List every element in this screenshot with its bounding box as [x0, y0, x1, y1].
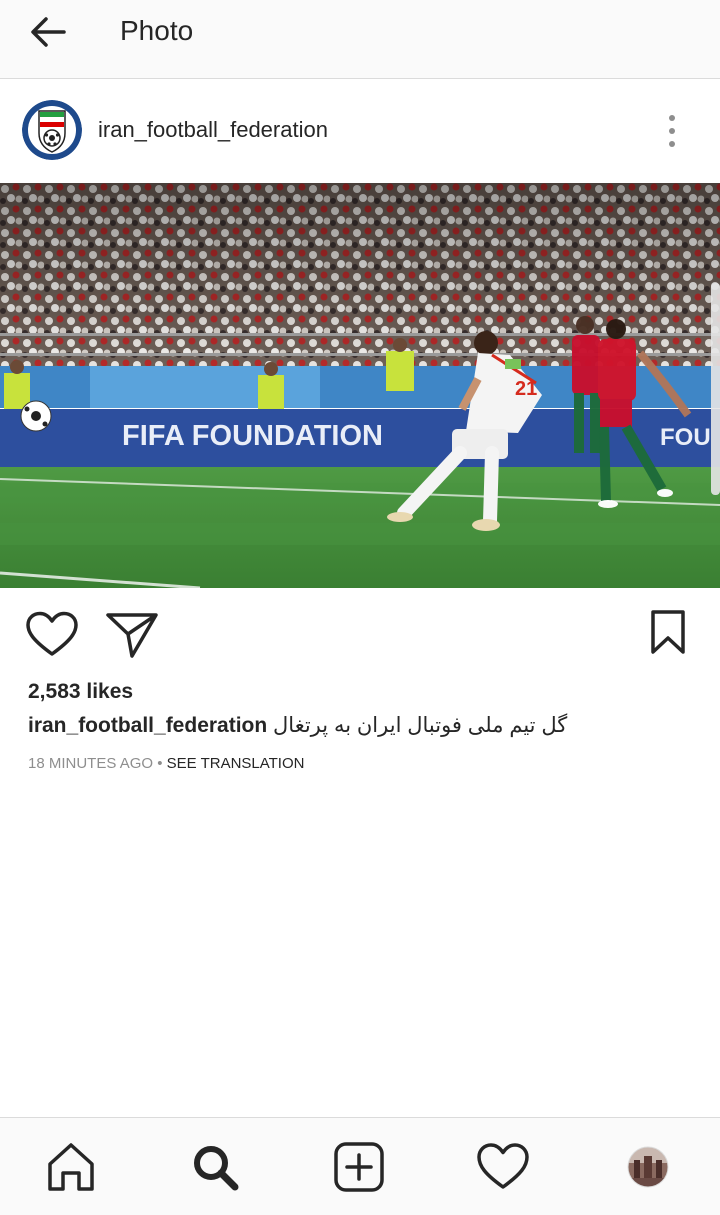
nav-activity[interactable] — [475, 1140, 531, 1194]
bookmark-icon — [651, 610, 685, 654]
banner-text-right: FOU — [660, 424, 711, 451]
search-icon — [194, 1146, 239, 1191]
player-number: 21 — [515, 378, 537, 400]
add-post-icon — [334, 1142, 384, 1192]
caption: iran_football_federation گل تیم ملی فوتب… — [28, 713, 567, 738]
post-header: iran_football_federation — [0, 80, 720, 182]
post-meta: 18 MINUTES AGO • SEE TRANSLATION — [28, 755, 304, 772]
send-icon — [106, 613, 158, 658]
see-translation-link[interactable]: SEE TRANSLATION — [167, 755, 305, 772]
post-username[interactable]: iran_football_federation — [98, 117, 328, 143]
post-photo[interactable]: FIFA FOUNDATION FOU 21 — [0, 183, 720, 588]
share-button[interactable] — [104, 610, 160, 660]
more-options-icon — [669, 115, 675, 147]
more-options-button[interactable] — [662, 114, 682, 148]
back-arrow-icon — [31, 17, 66, 47]
home-icon — [48, 1143, 94, 1191]
nav-home[interactable] — [43, 1140, 99, 1194]
nav-profile[interactable] — [622, 1140, 678, 1194]
profile-avatar-icon — [627, 1146, 669, 1188]
save-button[interactable] — [646, 608, 690, 656]
bottom-nav — [0, 1117, 720, 1215]
banner-text: FIFA FOUNDATION — [122, 420, 383, 452]
activity-heart-icon — [477, 1143, 529, 1189]
action-bar — [0, 588, 720, 678]
nav-search[interactable] — [187, 1140, 243, 1194]
nav-new-post[interactable] — [331, 1140, 387, 1194]
caption-text: گل تیم ملی فوتبال ایران به پرتغال — [273, 714, 568, 737]
federation-logo-icon — [22, 100, 82, 160]
top-bar: Photo — [0, 0, 720, 79]
match-photo: FIFA FOUNDATION FOU 21 — [0, 183, 720, 588]
heart-icon — [26, 611, 78, 656]
profile-avatar[interactable] — [22, 100, 82, 160]
page-title: Photo — [120, 15, 194, 46]
meta-separator: • — [157, 755, 163, 772]
back-button[interactable] — [26, 12, 70, 52]
post-time: 18 MINUTES AGO — [28, 755, 154, 772]
caption-username[interactable]: iran_football_federation — [28, 714, 267, 737]
like-button[interactable] — [24, 610, 80, 660]
likes-count[interactable]: 2,583 likes — [28, 680, 133, 704]
